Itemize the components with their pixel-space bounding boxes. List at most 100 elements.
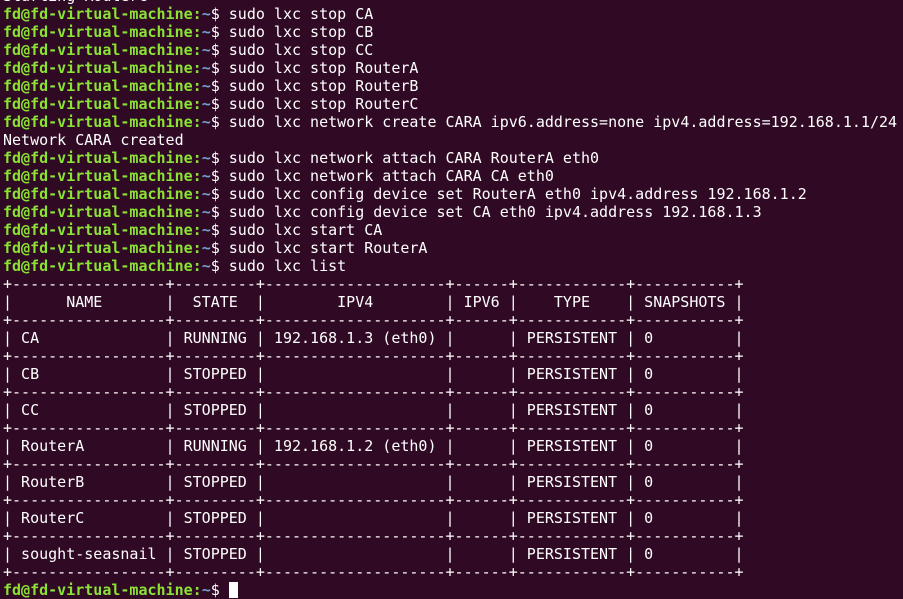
table-border: +-----------------+---------+-----------…	[3, 455, 744, 473]
prompt-separator: :	[192, 203, 202, 221]
table-row: | CB | STOPPED | | | PERSISTENT | 0 |	[3, 365, 744, 383]
prompt-path: ~	[201, 185, 211, 203]
command-text: sudo lxc network attach CARA CA eth0	[228, 167, 554, 185]
prompt-user-host: fd@fd-virtual-machine	[3, 23, 193, 41]
prompt-path: ~	[201, 203, 211, 221]
prompt-symbol: $	[210, 95, 229, 113]
table-border: +-----------------+---------+-----------…	[3, 419, 744, 437]
command-line: fd@fd-virtual-machine:~$ sudo lxc stop R…	[3, 77, 903, 95]
command-line: fd@fd-virtual-machine:~$ sudo lxc config…	[3, 203, 903, 221]
prompt-symbol: $	[210, 113, 229, 131]
prompt-symbol: $	[210, 149, 229, 167]
table-border: +-----------------+---------+-----------…	[3, 383, 744, 401]
command-line: fd@fd-virtual-machine:~$ sudo lxc stop C…	[3, 41, 903, 59]
command-text: sudo lxc stop CC	[228, 41, 374, 59]
prompt-path: ~	[201, 23, 211, 41]
prompt-symbol: $	[210, 77, 229, 95]
prompt-symbol: $	[210, 59, 229, 77]
prompt-path: ~	[201, 5, 211, 23]
command-line: fd@fd-virtual-machine:~$ sudo lxc stop C…	[3, 5, 903, 23]
prompt-symbol: $	[210, 41, 229, 59]
command-line: fd@fd-virtual-machine:~$ sudo lxc list	[3, 257, 903, 275]
command-text: sudo lxc start RouterA	[228, 239, 428, 257]
prompt-user-host: fd@fd-virtual-machine	[3, 221, 193, 239]
prompt-symbol: $	[210, 257, 229, 275]
table-row: | sought-seasnail | STOPPED | | | PERSIS…	[3, 545, 744, 563]
output-line: Network CARA created	[3, 131, 184, 149]
prompt-separator: :	[192, 113, 202, 131]
table-row: | RouterA | RUNNING | 192.168.1.2 (eth0)…	[3, 437, 744, 455]
prompt-symbol: $	[210, 581, 229, 599]
prompt-user-host: fd@fd-virtual-machine	[3, 59, 193, 77]
prompt-path: ~	[201, 221, 211, 239]
table-row: | CC | STOPPED | | | PERSISTENT | 0 |	[3, 401, 744, 419]
prompt-separator: :	[192, 23, 202, 41]
command-text: sudo lxc config device set RouterA eth0 …	[228, 185, 807, 203]
prompt-user-host: fd@fd-virtual-machine	[3, 149, 193, 167]
prompt-path: ~	[201, 113, 211, 131]
prompt-symbol: $	[210, 203, 229, 221]
table-border: +-----------------+---------+-----------…	[3, 311, 744, 329]
prompt-path: ~	[201, 59, 211, 77]
prompt-separator: :	[192, 59, 202, 77]
command-line: fd@fd-virtual-machine:~$ sudo lxc stop R…	[3, 95, 903, 113]
terminal-window[interactable]: Starting RouterCfd@fd-virtual-machine:~$…	[3, 0, 903, 599]
prompt-path: ~	[201, 95, 211, 113]
command-text: sudo lxc stop RouterB	[228, 77, 419, 95]
command-line: fd@fd-virtual-machine:~$ sudo lxc networ…	[3, 167, 903, 185]
table-row: | CA | RUNNING | 192.168.1.3 (eth0) | | …	[3, 329, 744, 347]
command-text: sudo lxc stop CB	[228, 23, 374, 41]
prompt-path: ~	[201, 149, 211, 167]
prompt-separator: :	[192, 5, 202, 23]
command-text: sudo lxc network attach CARA RouterA eth…	[228, 149, 600, 167]
prompt-separator: :	[192, 221, 202, 239]
prompt-path: ~	[201, 581, 211, 599]
command-line: fd@fd-virtual-machine:~$ sudo lxc networ…	[3, 149, 903, 167]
table-border: +-----------------+---------+-----------…	[3, 563, 744, 581]
prompt-symbol: $	[210, 167, 229, 185]
prompt-separator: :	[192, 239, 202, 257]
prompt-separator: :	[192, 185, 202, 203]
table-row: | RouterC | STOPPED | | | PERSISTENT | 0…	[3, 509, 744, 527]
table-border: +-----------------+---------+-----------…	[3, 527, 744, 545]
prompt-separator: :	[192, 581, 202, 599]
command-text: sudo lxc network create CARA ipv6.addres…	[228, 113, 898, 131]
command-line: fd@fd-virtual-machine:~$ sudo lxc stop R…	[3, 59, 903, 77]
prompt-path: ~	[201, 41, 211, 59]
prompt-symbol: $	[210, 221, 229, 239]
prompt-separator: :	[192, 167, 202, 185]
prompt-separator: :	[192, 149, 202, 167]
command-line: fd@fd-virtual-machine:~$ sudo lxc stop C…	[3, 23, 903, 41]
prompt-separator: :	[192, 95, 202, 113]
command-line: fd@fd-virtual-machine:~$ sudo lxc networ…	[3, 113, 903, 131]
command-line: fd@fd-virtual-machine:~$ sudo lxc start …	[3, 221, 903, 239]
prompt-user-host: fd@fd-virtual-machine	[3, 77, 193, 95]
prompt-path: ~	[201, 257, 211, 275]
prompt-symbol: $	[210, 23, 229, 41]
command-text: sudo lxc stop RouterC	[228, 95, 419, 113]
prompt-separator: :	[192, 41, 202, 59]
prompt-user-host: fd@fd-virtual-machine	[3, 239, 193, 257]
table-border: +-----------------+---------+-----------…	[3, 347, 744, 365]
command-text: sudo lxc start CA	[228, 221, 383, 239]
current-prompt-line[interactable]: fd@fd-virtual-machine:~$	[3, 581, 903, 599]
table-border: +-----------------+---------+-----------…	[3, 491, 744, 509]
command-text: sudo lxc stop RouterA	[228, 59, 419, 77]
prompt-symbol: $	[210, 5, 229, 23]
prompt-symbol: $	[210, 239, 229, 257]
command-text: sudo lxc stop CA	[228, 5, 374, 23]
prompt-user-host: fd@fd-virtual-machine	[3, 203, 193, 221]
prompt-user-host: fd@fd-virtual-machine	[3, 581, 193, 599]
prompt-user-host: fd@fd-virtual-machine	[3, 185, 193, 203]
prompt-user-host: fd@fd-virtual-machine	[3, 167, 193, 185]
prompt-symbol: $	[210, 185, 229, 203]
prompt-user-host: fd@fd-virtual-machine	[3, 113, 193, 131]
command-text: sudo lxc config device set CA eth0 ipv4.…	[228, 203, 762, 221]
prompt-path: ~	[201, 167, 211, 185]
command-line: fd@fd-virtual-machine:~$ sudo lxc start …	[3, 239, 903, 257]
table-border: +-----------------+---------+-----------…	[3, 275, 744, 293]
table-row: | RouterB | STOPPED | | | PERSISTENT | 0…	[3, 473, 744, 491]
prompt-user-host: fd@fd-virtual-machine	[3, 41, 193, 59]
text-cursor[interactable]	[228, 582, 238, 598]
prompt-user-host: fd@fd-virtual-machine	[3, 95, 193, 113]
